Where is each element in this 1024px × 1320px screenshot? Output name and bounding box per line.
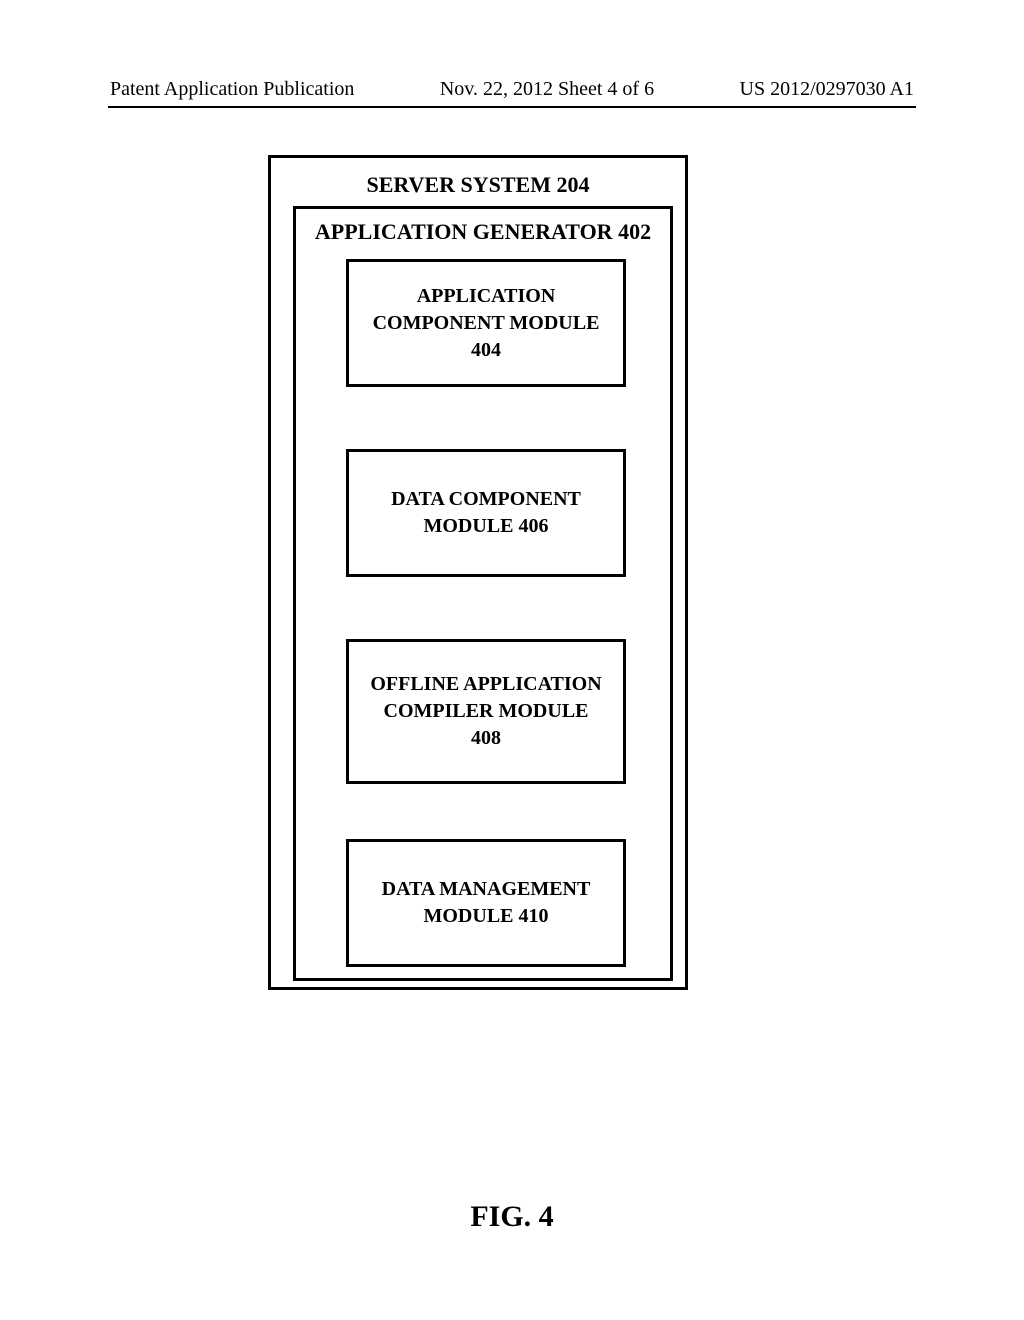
module-line: DATA MANAGEMENT — [382, 876, 591, 903]
module-line: 404 — [471, 337, 501, 364]
module-line: COMPONENT MODULE — [373, 310, 600, 337]
figure-caption: FIG. 4 — [0, 1200, 1024, 1234]
page-header: Patent Application Publication Nov. 22, … — [110, 78, 914, 101]
header-divider — [108, 106, 916, 108]
module-line: DATA COMPONENT — [391, 486, 581, 513]
application-component-module-box: APPLICATION COMPONENT MODULE 404 — [346, 259, 626, 387]
data-component-module-box: DATA COMPONENT MODULE 406 — [346, 449, 626, 577]
application-generator-box: APPLICATION GENERATOR 402 APPLICATION CO… — [293, 206, 673, 981]
publication-label: Patent Application Publication — [110, 78, 354, 101]
page: Patent Application Publication Nov. 22, … — [0, 0, 1024, 1320]
server-system-title: SERVER SYSTEM 204 — [271, 172, 685, 198]
server-system-box: SERVER SYSTEM 204 APPLICATION GENERATOR … — [268, 155, 688, 990]
module-line: APPLICATION — [417, 283, 556, 310]
module-line: COMPILER MODULE — [384, 698, 589, 725]
module-line: OFFLINE APPLICATION — [370, 671, 601, 698]
application-generator-title: APPLICATION GENERATOR 402 — [296, 219, 670, 245]
data-management-module-box: DATA MANAGEMENT MODULE 410 — [346, 839, 626, 967]
module-line: MODULE 406 — [424, 513, 549, 540]
date-sheet: Nov. 22, 2012 Sheet 4 of 6 — [440, 78, 654, 101]
module-line: MODULE 410 — [424, 903, 549, 930]
offline-application-compiler-module-box: OFFLINE APPLICATION COMPILER MODULE 408 — [346, 639, 626, 784]
publication-number: US 2012/0297030 A1 — [740, 78, 914, 101]
module-line: 408 — [471, 725, 501, 752]
